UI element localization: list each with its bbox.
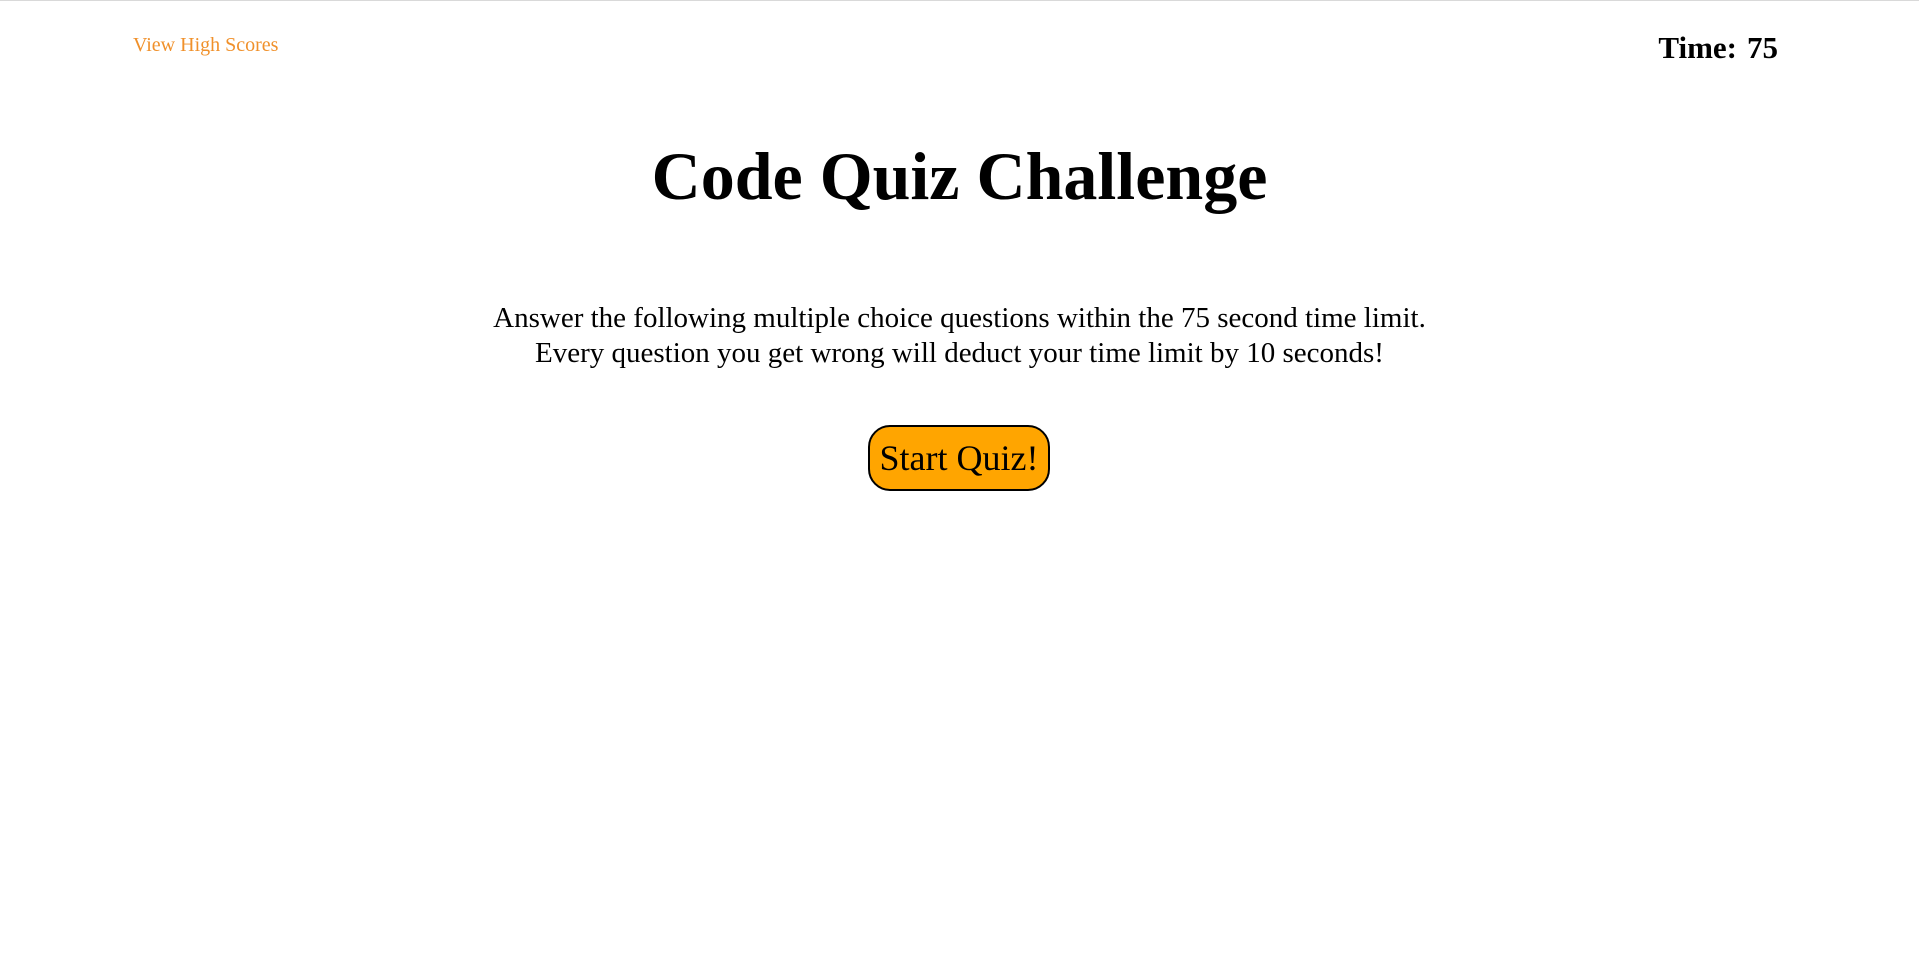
timer: Time: 75 <box>1658 30 1778 66</box>
instructions-line-2: Every question you get wrong will deduct… <box>535 337 1384 369</box>
instructions-line-1: Answer the following multiple choice que… <box>493 302 1426 334</box>
header: View High Scores Time: 75 <box>0 0 1919 80</box>
timer-label: Time: <box>1658 30 1737 65</box>
start-quiz-button[interactable]: Start Quiz! <box>868 425 1050 491</box>
view-high-scores-link[interactable]: View High Scores <box>133 34 278 57</box>
page-title: Code Quiz Challenge <box>651 138 1268 214</box>
timer-value: 75 <box>1747 30 1778 65</box>
instructions: Answer the following multiple choice que… <box>0 301 1919 371</box>
